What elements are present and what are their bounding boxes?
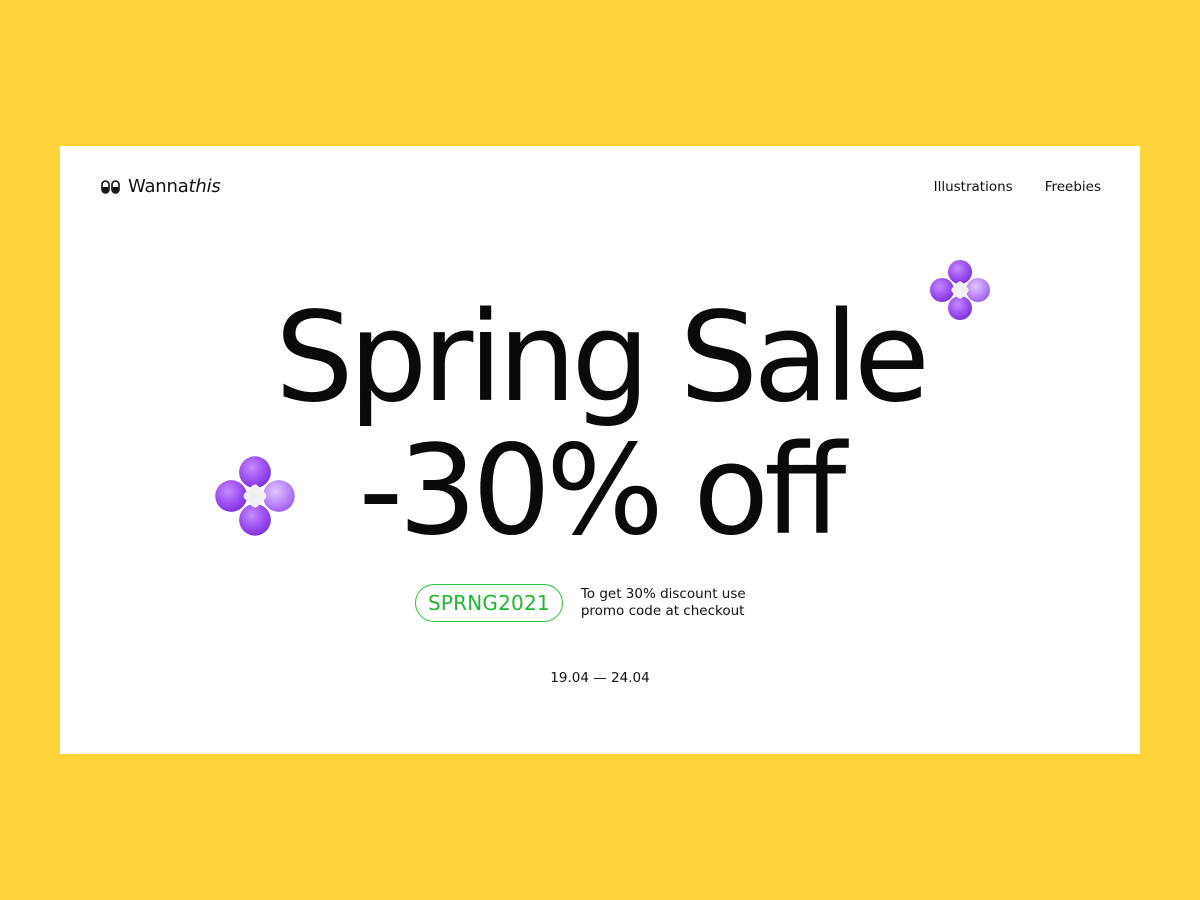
brand-name-regular: Wanna bbox=[128, 176, 189, 197]
brand-name-italic: this bbox=[188, 176, 221, 197]
pill-pair-icon bbox=[101, 179, 120, 194]
promo-code-badge[interactable]: SPRNG2021 bbox=[415, 584, 563, 622]
promo-section: SPRNG2021 To get 30% discount use promo … bbox=[415, 584, 771, 622]
promo-note-line2: promo code at checkout bbox=[580, 603, 745, 619]
nav-link-illustrations[interactable]: Illustrations bbox=[934, 179, 1013, 195]
brand-logo[interactable]: Wanna this bbox=[101, 176, 221, 197]
landing-card: Wanna this Illustrations Freebies Spring … bbox=[60, 146, 1140, 754]
top-nav: Illustrations Freebies bbox=[934, 179, 1101, 195]
flower-icon bbox=[926, 256, 994, 328]
sale-dates: 19.04 — 24.04 bbox=[550, 670, 650, 686]
promo-note: To get 30% discount use promo code at ch… bbox=[581, 586, 771, 620]
flower-icon bbox=[210, 451, 300, 545]
brand-name: Wanna this bbox=[128, 176, 221, 197]
nav-link-freebies[interactable]: Freebies bbox=[1045, 179, 1101, 195]
promo-note-line1: To get 30% discount use bbox=[580, 586, 746, 602]
